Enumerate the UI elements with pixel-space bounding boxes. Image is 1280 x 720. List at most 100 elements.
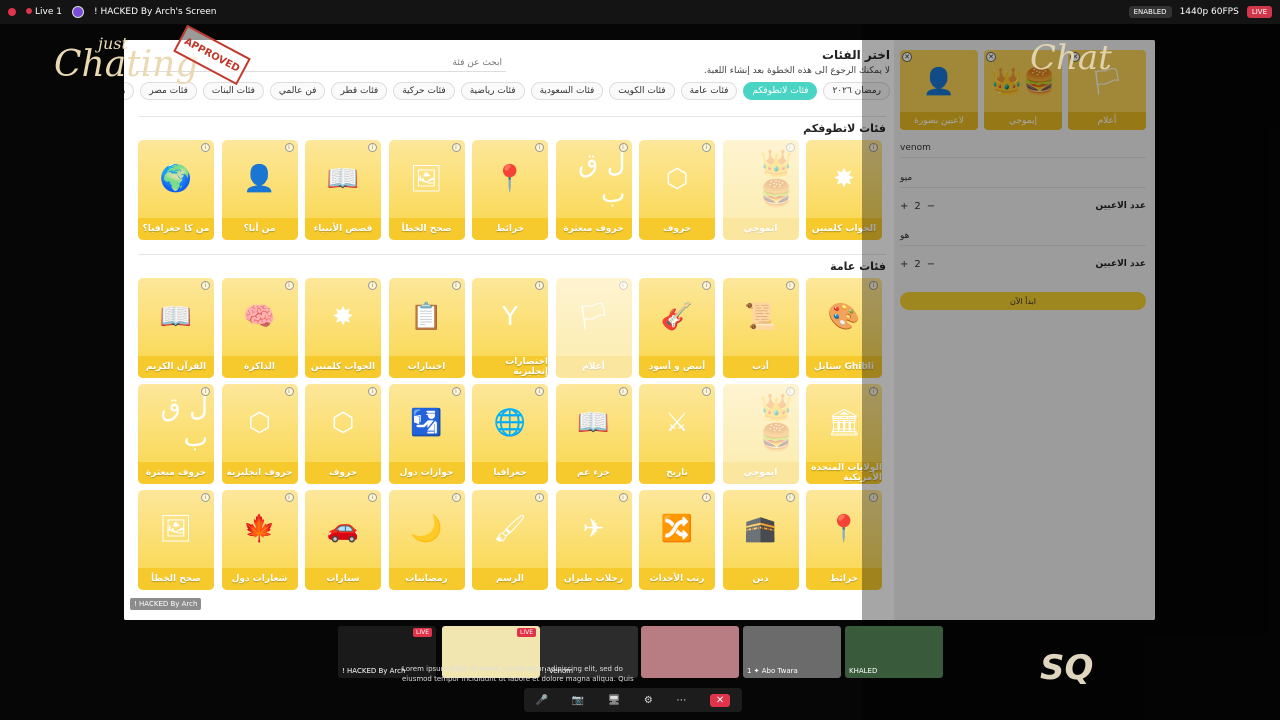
start-game-button[interactable]: ابدأ الآن bbox=[900, 292, 1146, 310]
category-card[interactable]: 👑🍔 i ايموجي bbox=[722, 384, 799, 484]
leave-call-button[interactable]: ✕ bbox=[709, 693, 731, 707]
info-icon[interactable]: i bbox=[451, 493, 461, 502]
category-card[interactable]: 📜 i أدب bbox=[722, 278, 799, 378]
category-card[interactable]: Yi اختصارات إنجليزية bbox=[472, 278, 548, 378]
category-card[interactable]: 🏛 i الولايات المتحدة الأمريكية bbox=[806, 384, 882, 484]
category-card[interactable]: 🖌 i الرسم bbox=[472, 490, 548, 590]
category-tab[interactable]: فن عالمي bbox=[269, 82, 326, 100]
category-card[interactable]: ✸ i الجواب كلمتين bbox=[305, 278, 381, 378]
category-card[interactable]: 🔀 i رتب الأحداث bbox=[639, 490, 715, 590]
info-icon[interactable]: i bbox=[451, 387, 461, 396]
info-icon[interactable]: i bbox=[368, 493, 377, 502]
category-card[interactable]: 📍 i خرائط bbox=[806, 490, 882, 590]
category-card[interactable]: 🌍 i من كا جغرافيا؟ bbox=[138, 140, 214, 240]
info-icon[interactable]: i bbox=[785, 281, 795, 290]
info-icon[interactable]: i bbox=[535, 493, 544, 502]
category-card[interactable]: 📍 i خرائط bbox=[472, 140, 548, 240]
category-tab[interactable]: فئات عامة bbox=[680, 82, 738, 100]
category-card[interactable]: 🚗 i سيارات bbox=[305, 490, 381, 590]
participant-tile[interactable]: 1 ✦ Abo Twara bbox=[743, 626, 841, 678]
category-card[interactable]: 📖 i قصص الأنبياء bbox=[305, 140, 381, 240]
team3-name-field[interactable]: هو bbox=[900, 226, 1146, 246]
window-control-icon[interactable] bbox=[8, 8, 16, 16]
selected-category-card[interactable]: 👤 ✕ لاعبين بصورة bbox=[900, 50, 978, 130]
more-icon[interactable]: ⋯ bbox=[676, 695, 686, 706]
info-icon[interactable]: i bbox=[368, 281, 377, 290]
category-tab[interactable]: فئات الكويت bbox=[609, 82, 675, 100]
info-icon[interactable]: i bbox=[618, 493, 628, 502]
info-icon[interactable]: i bbox=[785, 143, 795, 152]
category-tab[interactable]: فئات السعودية bbox=[530, 82, 604, 100]
category-tab[interactable]: فئات لاتطوفكم bbox=[743, 82, 818, 100]
activities-icon[interactable]: ⚙ bbox=[644, 695, 653, 706]
info-icon[interactable]: i bbox=[368, 143, 377, 152]
info-icon[interactable]: i bbox=[618, 281, 628, 290]
category-card[interactable]: 📖 i جزء عم bbox=[555, 384, 632, 484]
category-card[interactable]: 🌐 i جغرافيا bbox=[472, 384, 548, 484]
camera-off-icon[interactable]: 📷 bbox=[572, 695, 584, 706]
info-icon[interactable]: i bbox=[785, 493, 795, 502]
participant-tile[interactable]: KHALED bbox=[845, 626, 943, 678]
category-card[interactable]: 🖼 i صحح الخطأ bbox=[138, 490, 214, 590]
increment-button[interactable]: + bbox=[900, 259, 908, 270]
category-card[interactable]: ✈ i رحلات طيران bbox=[555, 490, 632, 590]
info-icon[interactable]: i bbox=[535, 143, 544, 152]
info-icon[interactable]: i bbox=[869, 493, 878, 502]
category-card[interactable]: 👤 i من أنا؟ bbox=[221, 140, 298, 240]
info-icon[interactable]: i bbox=[451, 143, 461, 152]
category-tab[interactable]: فئات قطر bbox=[331, 82, 388, 100]
category-card[interactable]: ل ق ب i حروف مبعثرة bbox=[555, 140, 632, 240]
info-icon[interactable]: i bbox=[284, 493, 294, 502]
category-card[interactable]: ⬡ i حروف انجليزية bbox=[221, 384, 298, 484]
info-icon[interactable]: i bbox=[702, 387, 711, 396]
category-card[interactable]: ⚔ i تاريخ bbox=[639, 384, 715, 484]
category-card[interactable]: ل ق ب i حروف مبعثرة bbox=[138, 384, 214, 484]
screen-share-icon[interactable]: 🖥 bbox=[608, 695, 621, 706]
info-icon[interactable]: i bbox=[284, 143, 294, 152]
info-icon[interactable]: i bbox=[368, 387, 377, 396]
category-tab[interactable]: رمضان ٢٠٢٦ bbox=[823, 82, 890, 100]
category-card[interactable]: 🕋 i دين bbox=[722, 490, 799, 590]
microphone-icon[interactable]: 🎤 bbox=[536, 695, 548, 706]
category-card[interactable]: 👑🍔 i ايموجي bbox=[722, 140, 799, 240]
info-icon[interactable]: i bbox=[535, 281, 544, 290]
info-icon[interactable]: i bbox=[702, 143, 711, 152]
category-tab[interactable]: فئات البنات bbox=[202, 82, 264, 100]
decrement-button[interactable]: − bbox=[927, 259, 935, 270]
info-icon[interactable]: i bbox=[284, 281, 294, 290]
category-card[interactable]: 🧠 i الذاكرة bbox=[221, 278, 298, 378]
increment-button[interactable]: + bbox=[900, 201, 908, 212]
info-icon[interactable]: i bbox=[702, 493, 711, 502]
category-tab[interactable]: فئات حركية bbox=[393, 82, 455, 100]
remove-icon[interactable]: ✕ bbox=[986, 52, 996, 62]
info-icon[interactable]: i bbox=[284, 387, 294, 396]
category-card[interactable]: ✸ i الجواب كلمتين bbox=[806, 140, 882, 240]
participant-tile[interactable] bbox=[641, 626, 739, 678]
category-card[interactable]: 🎨 i Ghibli ستايل bbox=[806, 278, 882, 378]
category-card[interactable]: 🍁 i شعارات دول bbox=[221, 490, 298, 590]
remove-icon[interactable]: ✕ bbox=[902, 52, 912, 62]
category-card[interactable]: 🛂 i جوازات دول bbox=[388, 384, 465, 484]
info-icon[interactable]: i bbox=[785, 387, 795, 396]
info-icon[interactable]: i bbox=[702, 281, 711, 290]
info-icon[interactable]: i bbox=[618, 143, 628, 152]
info-icon[interactable]: i bbox=[535, 387, 544, 396]
info-icon[interactable]: i bbox=[869, 143, 878, 152]
team2-name-field[interactable]: ميو bbox=[900, 168, 1146, 188]
decrement-button[interactable]: − bbox=[927, 201, 935, 212]
category-card[interactable]: 📋 i اختبارات bbox=[388, 278, 465, 378]
team1-name-field[interactable]: venom bbox=[900, 138, 1146, 158]
category-tab[interactable]: فئات رياضية bbox=[460, 82, 525, 100]
info-icon[interactable]: i bbox=[201, 387, 210, 396]
info-icon[interactable]: i bbox=[201, 143, 210, 152]
info-icon[interactable]: i bbox=[869, 281, 878, 290]
category-card[interactable]: ⬡ i حروف bbox=[639, 140, 715, 240]
category-card[interactable]: 📖 i القرآن الكريم bbox=[138, 278, 214, 378]
info-icon[interactable]: i bbox=[869, 387, 878, 396]
category-card[interactable]: 🖼 i صحح الخطأ bbox=[388, 140, 465, 240]
category-card[interactable]: ⬡ i حروف bbox=[305, 384, 381, 484]
info-icon[interactable]: i bbox=[618, 387, 628, 396]
info-icon[interactable]: i bbox=[201, 493, 210, 502]
info-icon[interactable]: i bbox=[201, 281, 210, 290]
category-card[interactable]: 🌙 i رمضانيات bbox=[388, 490, 465, 590]
